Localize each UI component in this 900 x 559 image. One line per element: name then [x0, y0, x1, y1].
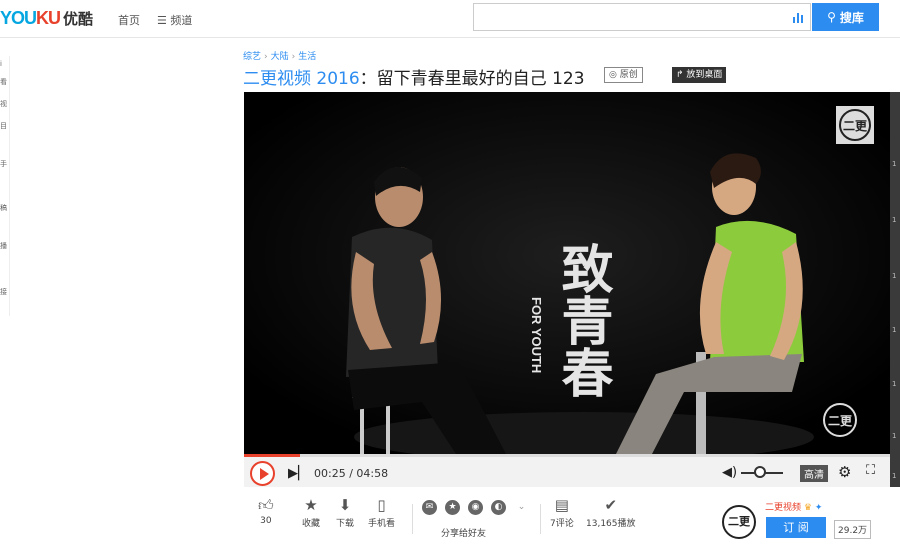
overlay-sub-text: FOR YOUTH: [529, 297, 544, 373]
nav-channel[interactable]: ☰ 频道: [157, 12, 192, 28]
watermark-top-text: 二更: [843, 119, 868, 133]
rail-item[interactable]: 稿: [0, 204, 7, 212]
verified-icon: ✦: [814, 503, 823, 513]
left-rail: i 看 视 目 手 稿 播 接: [0, 56, 10, 316]
divider: [412, 504, 413, 534]
related-item[interactable]: 1: [892, 216, 896, 224]
page-title: 二更视频 2016：留下青春里最好的自己 123: [243, 64, 585, 89]
search-input[interactable]: [474, 4, 774, 30]
fullscreen-icon[interactable]: ⛶: [866, 463, 875, 478]
download-button[interactable]: ⬇ 下载: [336, 496, 354, 529]
subscriber-count: 29.2万: [834, 520, 872, 539]
nav-channel-label: 频道: [170, 14, 193, 27]
rail-item[interactable]: 视: [0, 100, 7, 108]
search-box: [473, 3, 811, 31]
plays-count: 13,165播放: [586, 519, 636, 529]
original-icon: ◎: [609, 70, 617, 80]
volume-icon[interactable]: ◀): [722, 465, 737, 480]
rail-item[interactable]: 手: [0, 160, 7, 168]
comments-count: 7评论: [550, 519, 574, 529]
related-item[interactable]: 1: [892, 472, 896, 480]
video-frame: 致青春 FOR YOUTH 二更 二更: [244, 92, 890, 454]
logo-cn: 优酷: [63, 11, 94, 28]
breadcrumb: 综艺 › 大陆 › 生活: [243, 52, 317, 62]
breadcrumb-item[interactable]: 生活: [298, 52, 316, 62]
related-item[interactable]: 1: [892, 326, 896, 334]
progress-bar[interactable]: [244, 454, 301, 457]
phone-icon: ▯: [377, 496, 386, 514]
share-label[interactable]: 分享给好友: [441, 526, 486, 539]
related-item[interactable]: 1: [892, 272, 896, 280]
download-icon: ⬇: [338, 496, 352, 514]
volume-knob[interactable]: [753, 466, 766, 478]
comments-button[interactable]: ▤ 7评论: [550, 496, 574, 529]
breadcrumb-item[interactable]: 大陆: [271, 52, 289, 62]
thumbs-up-icon: 👍︎: [258, 496, 274, 514]
quality-button[interactable]: 高清: [800, 465, 828, 482]
overlay-title-text: 致青春: [553, 242, 613, 398]
gear-icon[interactable]: ⚙: [838, 463, 851, 481]
like-count: 30: [260, 516, 272, 526]
like-button[interactable]: 👍︎ 30: [258, 496, 274, 526]
favorite-label: 收藏: [302, 519, 321, 529]
channel-avatar[interactable]: 二更: [722, 505, 756, 539]
star-icon: ★: [304, 496, 318, 514]
play-button[interactable]: [250, 461, 275, 486]
search-button-label: 搜库: [839, 10, 864, 25]
desktop-badge-label: 放到桌面: [686, 70, 723, 80]
wechat-icon[interactable]: ✉: [422, 500, 437, 515]
related-strip[interactable]: 1 1 1 1 1 1 1: [890, 92, 900, 487]
download-label: 下载: [336, 519, 355, 529]
channel-name-text: 二更视频: [765, 503, 802, 513]
menu-icon: ☰: [157, 14, 167, 27]
video-player[interactable]: 致青春 FOR YOUTH 二更 二更: [244, 92, 890, 454]
plays-stat: ✔ 13,165播放: [586, 496, 636, 529]
comment-icon: ▤: [554, 496, 569, 514]
search-button[interactable]: ⚲ 搜库: [812, 3, 879, 31]
share-icons: ✉ ★ ◉ ◐ ⌄: [422, 500, 529, 515]
crown-icon: ♛: [803, 503, 812, 513]
time-display: 00:25 / 04:58: [314, 467, 389, 480]
title-text: ：留下青春里最好的自己 123: [359, 69, 585, 89]
next-icon[interactable]: ▶▏: [288, 466, 308, 481]
nav-home[interactable]: 首页: [118, 12, 140, 28]
player-controls: ▶▏ 00:25 / 04:58 ◀) 高清 ⚙ ⛶: [244, 454, 890, 487]
rail-item[interactable]: 接: [0, 288, 7, 296]
logo-you: YOU: [0, 8, 37, 28]
chart-bars-icon[interactable]: [792, 11, 804, 23]
checkmark-icon: ✔: [604, 496, 618, 514]
chevron-down-icon[interactable]: ⌄: [514, 500, 529, 515]
related-item[interactable]: 1: [892, 380, 896, 388]
title-channel-link[interactable]: 二更视频 2016: [243, 69, 360, 89]
logo-ku: KU: [36, 8, 61, 28]
weibo-icon[interactable]: ◉: [468, 500, 483, 515]
watermark-bottom-text: 二更: [828, 414, 853, 428]
top-bar: YOUKU 优酷 首页 ☰ 频道 ⚲ 搜库: [0, 0, 900, 38]
action-bar: 👍︎ 30 ★ 收藏 ⬇ 下载 ▯ 手机看 ✉ ★ ◉ ◐ ⌄ 分享给好友 ▤ …: [244, 496, 684, 542]
subscribe-button[interactable]: 订 阅: [766, 517, 826, 538]
mobile-button[interactable]: ▯ 手机看: [368, 496, 395, 529]
related-item[interactable]: 1: [892, 432, 896, 440]
channel-name[interactable]: 二更视频 ♛ ✦: [765, 500, 822, 513]
add-to-desktop-button[interactable]: ↱ 放到桌面: [672, 67, 727, 83]
rail-item[interactable]: 播: [0, 242, 7, 250]
search-icon: ⚲: [827, 10, 836, 24]
related-item[interactable]: 1: [892, 160, 896, 168]
qzone-icon[interactable]: ★: [445, 500, 460, 515]
youku-logo[interactable]: YOUKU 优酷: [0, 8, 93, 29]
original-badge-label: 原创: [619, 70, 638, 80]
rail-item[interactable]: i: [0, 60, 6, 68]
divider: [540, 504, 541, 534]
breadcrumb-item[interactable]: 综艺: [243, 52, 261, 62]
arrow-icon: ↱: [676, 70, 684, 80]
rail-item[interactable]: 看: [0, 78, 7, 86]
rail-item[interactable]: 目: [0, 122, 7, 130]
qq-icon[interactable]: ◐: [491, 500, 506, 515]
original-badge: ◎ 原创: [604, 67, 643, 83]
mobile-label: 手机看: [368, 519, 396, 529]
watermark-top: 二更: [836, 106, 874, 144]
favorite-button[interactable]: ★ 收藏: [302, 496, 320, 529]
